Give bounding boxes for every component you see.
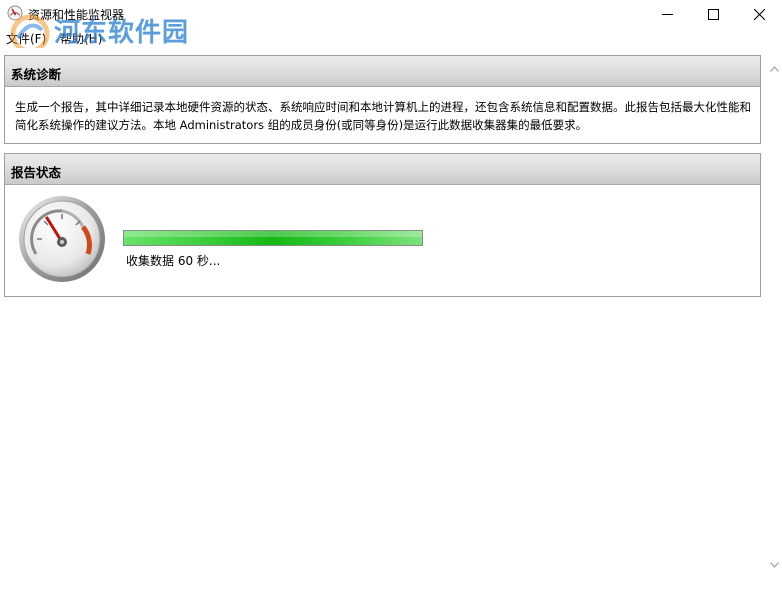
scroll-down-button[interactable] [766, 558, 782, 572]
menu-bar: 文件(F) 帮助(H) [0, 28, 782, 48]
close-icon [753, 8, 765, 20]
report-status-panel: 报告状态 收集数据 60 秒... [4, 153, 761, 297]
collection-progress-bar [123, 230, 423, 246]
maximize-icon [707, 8, 719, 20]
minimize-button[interactable] [644, 0, 690, 28]
menu-help[interactable]: 帮助(H) [58, 30, 104, 47]
vertical-scrollbar[interactable] [766, 48, 782, 590]
collection-status-text: 收集数据 60 秒... [126, 254, 221, 268]
menu-file[interactable]: 文件(F) [4, 30, 48, 47]
title-bar: 资源和性能监视器 [0, 0, 782, 28]
window-title: 资源和性能监视器 [28, 8, 125, 22]
system-diagnostics-description: 生成一个报告，其中详细记录本地硬件资源的状态、系统响应时间和本地计算机上的进程，… [15, 100, 751, 132]
chevron-up-icon [769, 66, 779, 72]
close-button[interactable] [736, 0, 782, 28]
content-area: 系统诊断 生成一个报告，其中详细记录本地硬件资源的状态、系统响应时间和本地计算机… [0, 48, 766, 590]
scroll-up-button[interactable] [766, 62, 782, 76]
progress-fill [124, 231, 422, 245]
minimize-icon [661, 13, 673, 15]
system-diagnostics-header: 系统诊断 [5, 56, 760, 87]
performance-gauge-icon [19, 196, 105, 282]
system-diagnostics-panel: 系统诊断 生成一个报告，其中详细记录本地硬件资源的状态、系统响应时间和本地计算机… [4, 55, 761, 144]
maximize-button[interactable] [690, 0, 736, 28]
report-status-header: 报告状态 [5, 154, 760, 185]
performance-monitor-icon [7, 5, 23, 21]
chevron-down-icon [769, 562, 779, 568]
